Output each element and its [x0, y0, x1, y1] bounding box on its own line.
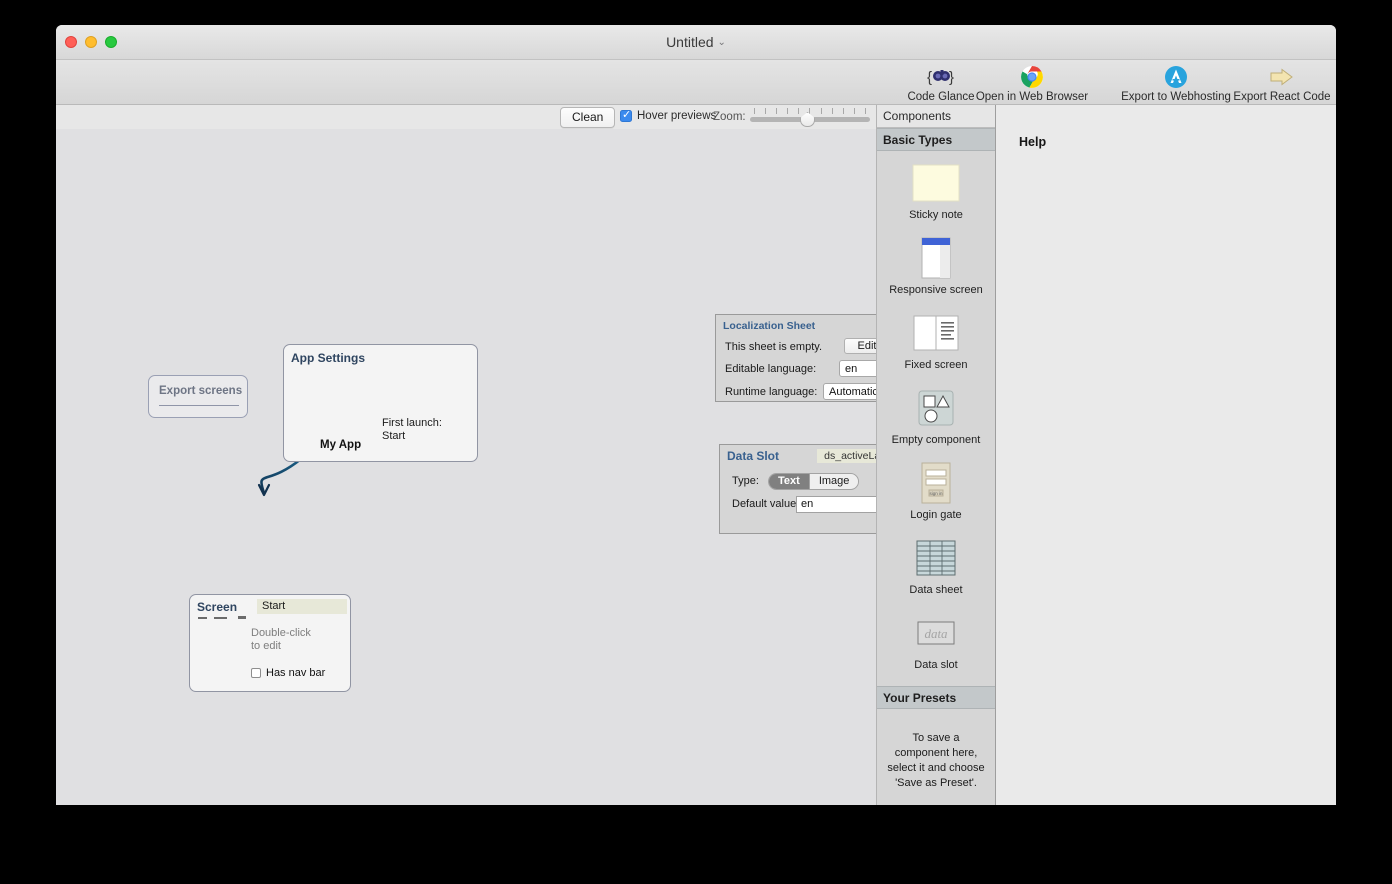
svg-text:}: } [949, 69, 954, 86]
has-nav-bar-label: Has nav bar [266, 667, 325, 679]
your-presets-note: To save a component here, select it and … [877, 709, 995, 791]
screen-node-marks-icon [198, 616, 248, 620]
component-data-sheet-label: Data sheet [877, 584, 995, 596]
screen-edit-hint: Double-clickto edit [251, 627, 311, 653]
toolbar-export-to-webhosting[interactable]: Export to Webhosting [1116, 64, 1236, 103]
basic-types-header: Basic Types [877, 128, 995, 151]
hover-previews-toggle[interactable]: Hover previews [620, 110, 716, 122]
app-settings-first-launch: First launch: Start [382, 417, 442, 443]
localization-sheet-title: Localization Sheet [723, 320, 815, 332]
export-screens-label: Export screens [159, 385, 242, 397]
hover-previews-checkbox[interactable] [620, 110, 632, 122]
component-login-gate-label: Login gate [877, 509, 995, 521]
editable-language-select[interactable]: en ▲▼ [839, 360, 876, 377]
app-settings-app-name[interactable]: My App [320, 439, 361, 451]
screen-name-field[interactable]: Start [257, 599, 347, 614]
screen-node-title: Screen [197, 600, 237, 614]
sticky-note-icon [877, 161, 995, 205]
toolbar-export-react-code[interactable]: Export React Code [1222, 64, 1336, 103]
has-nav-bar-toggle[interactable]: Has nav bar [251, 667, 325, 679]
diagram-canvas[interactable]: Export screens App Settings First launch… [56, 129, 876, 805]
component-login-gate[interactable]: sign in Login gate [877, 461, 995, 521]
runtime-language-select[interactable]: Automatic ▲▼ [823, 383, 876, 400]
svg-text:data: data [924, 626, 948, 641]
your-presets-header: Your Presets [877, 686, 995, 709]
chrome-icon [972, 64, 1092, 90]
toolbar-open-in-web-browser-label: Open in Web Browser [972, 91, 1092, 103]
zoom-slider-ticks [754, 108, 866, 114]
toolbar-open-in-web-browser[interactable]: Open in Web Browser [972, 64, 1092, 103]
webhosting-icon [1116, 64, 1236, 90]
arrow-right-icon [1222, 64, 1336, 90]
fixed-screen-icon [877, 311, 995, 355]
data-slot-title: Data Slot [727, 449, 779, 463]
editable-language-label: Editable language: [725, 363, 816, 375]
editable-language-value: en [845, 363, 857, 375]
empty-component-icon [877, 386, 995, 430]
export-screens-rule [159, 405, 239, 406]
data-slot-default-value-input[interactable]: en [796, 496, 876, 513]
component-responsive-screen[interactable]: Responsive screen [877, 236, 995, 296]
svg-text:sign in: sign in [929, 491, 943, 496]
panel-localization-sheet[interactable]: Localization Sheet This sheet is empty. … [715, 314, 876, 402]
clean-button[interactable]: Clean [560, 107, 615, 128]
first-launch-label: First launch: [382, 417, 442, 430]
responsive-screen-icon [877, 236, 995, 280]
data-slot-type-label: Type: [732, 475, 759, 487]
zoom-label: Zoom: [713, 111, 746, 123]
component-data-slot-label: Data slot [877, 659, 995, 671]
node-app-settings[interactable]: App Settings First launch: Start My App [283, 344, 478, 462]
help-panel-title: Help [1019, 135, 1046, 149]
document-title[interactable]: Untitled ⌄ [56, 34, 1336, 50]
component-empty-component[interactable]: Empty component [877, 386, 995, 446]
localization-edit-button[interactable]: Edit [844, 338, 876, 354]
component-data-sheet[interactable]: Data sheet [877, 536, 995, 596]
component-fixed-screen[interactable]: Fixed screen [877, 311, 995, 371]
toolbar-export-to-webhosting-label: Export to Webhosting [1116, 91, 1236, 103]
canvas-toolbar: Clean Hover previews Zoom: [56, 105, 876, 129]
svg-text:{: { [927, 69, 932, 86]
document-title-text: Untitled [666, 34, 713, 50]
components-header: Components [877, 105, 995, 128]
runtime-language-value: Automatic [829, 386, 876, 398]
panel-data-slot[interactable]: Data Slot ds_activeLang Type: Text Image… [719, 444, 876, 534]
data-slot-type-image-option[interactable]: Image [809, 474, 859, 489]
main-toolbar: { } Code Glance Open [56, 60, 1336, 105]
node-screen[interactable]: Screen Start Double-clickto edit Has nav… [189, 594, 351, 692]
component-sticky-note-label: Sticky note [877, 209, 995, 221]
app-window: Untitled⌄ { } Code Glance [56, 25, 1336, 805]
zoom-slider-knob[interactable] [800, 112, 815, 127]
node-export-screens[interactable]: Export screens [148, 375, 248, 418]
data-slot-icon: data [877, 611, 995, 655]
hover-previews-label: Hover previews [637, 110, 716, 122]
toolbar-export-react-code-label: Export React Code [1222, 91, 1336, 103]
runtime-language-label: Runtime language: [725, 386, 817, 398]
component-sticky-note[interactable]: Sticky note [877, 161, 995, 221]
has-nav-bar-checkbox[interactable] [251, 668, 261, 678]
data-sheet-icon [877, 536, 995, 580]
title-bar: Untitled ⌄ [56, 25, 1336, 60]
components-sidebar: Components Basic Types Sticky note Respo… [876, 105, 996, 805]
app-settings-title: App Settings [291, 351, 365, 365]
data-slot-name-field[interactable]: ds_activeLang [817, 449, 876, 463]
data-slot-default-value-label: Default value: [732, 498, 799, 510]
zoom-slider[interactable] [750, 105, 870, 129]
component-data-slot[interactable]: data Data slot [877, 611, 995, 671]
data-slot-type-segmented[interactable]: Text Image [768, 473, 859, 490]
localization-empty-text: This sheet is empty. [725, 341, 822, 353]
components-list: Sticky note Responsive screen [877, 151, 995, 671]
login-gate-icon: sign in [877, 461, 995, 505]
component-responsive-screen-label: Responsive screen [877, 284, 995, 296]
chevron-down-icon[interactable]: ⌄ [718, 37, 726, 48]
data-slot-type-text-option[interactable]: Text [769, 474, 809, 489]
component-fixed-screen-label: Fixed screen [877, 359, 995, 371]
component-empty-component-label: Empty component [877, 434, 995, 446]
first-launch-value[interactable]: Start [382, 430, 442, 443]
help-panel: Help [996, 105, 1336, 805]
